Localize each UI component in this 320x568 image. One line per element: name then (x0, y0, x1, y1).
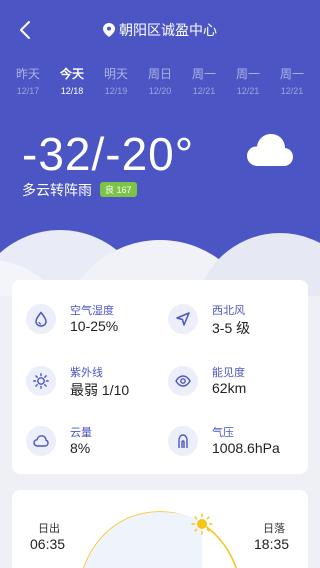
top-bar: 朝阳区诚盈中心 (0, 0, 320, 60)
condition-text: 多云转阵雨 (22, 182, 92, 198)
visibility-stat: 能见度 62km (154, 360, 294, 408)
day-tab[interactable]: 明天 12/19 (94, 66, 138, 98)
cloud-weather-icon (247, 134, 293, 166)
day-tab[interactable]: 周一 12/21 (270, 66, 314, 98)
weather-hero: 朝阳区诚盈中心 昨天 12/17 今天 12/18 明天 12/19 周日 12/20 … (0, 0, 320, 300)
wind-stat: 西北风 3-5 级 (154, 298, 294, 346)
day-tab[interactable]: 周一 12/21 (182, 66, 226, 98)
day-tab[interactable]: 周日 12/20 (138, 66, 182, 98)
location-label: 朝阳区诚盈中心 (119, 22, 217, 38)
eye-icon (175, 375, 191, 387)
day-selector: 昨天 12/17 今天 12/18 明天 12/19 周日 12/20 周一 12/21 … (0, 66, 320, 106)
cloud-cover-stat: 云量 8% (12, 420, 152, 468)
sunset-time: 18:35 (254, 536, 290, 552)
day-tab[interactable]: 周一 12/21 (226, 66, 270, 98)
droplet-icon (35, 311, 47, 327)
condition-row: 多云转阵雨良 167 (22, 180, 137, 200)
sun-times-card: 日出 06:35 日落 18:35 (12, 490, 308, 568)
day-tab-active[interactable]: 今天 12/18 (50, 66, 94, 98)
cloud-icon (33, 435, 49, 447)
sunrise-label: 日出 (38, 523, 60, 535)
weather-details-card: 空气湿度 10-25% 西北风 3-5 级 紫外线 最弱 1/10 能见度 62… (12, 280, 308, 474)
humidity-stat: 空气湿度 10-25% (12, 298, 152, 346)
aqi-badge: 良 167 (100, 182, 137, 197)
day-tab[interactable]: 昨天 12/17 (6, 66, 50, 98)
location-pin-icon (103, 23, 115, 37)
wind-direction-icon (176, 312, 190, 326)
sunrise-time: 06:35 (30, 536, 66, 552)
sun-position-icon (191, 513, 213, 535)
temperature-range: -32/-20° (22, 128, 195, 180)
pressure-stat: 气压 1008.6hPa (154, 420, 294, 468)
sun-uv-icon (33, 373, 49, 389)
pressure-icon (178, 434, 188, 448)
uv-stat: 紫外线 最弱 1/10 (12, 360, 152, 408)
sunset-label: 日落 (263, 523, 285, 535)
location-title[interactable]: 朝阳区诚盈中心 (0, 20, 320, 40)
